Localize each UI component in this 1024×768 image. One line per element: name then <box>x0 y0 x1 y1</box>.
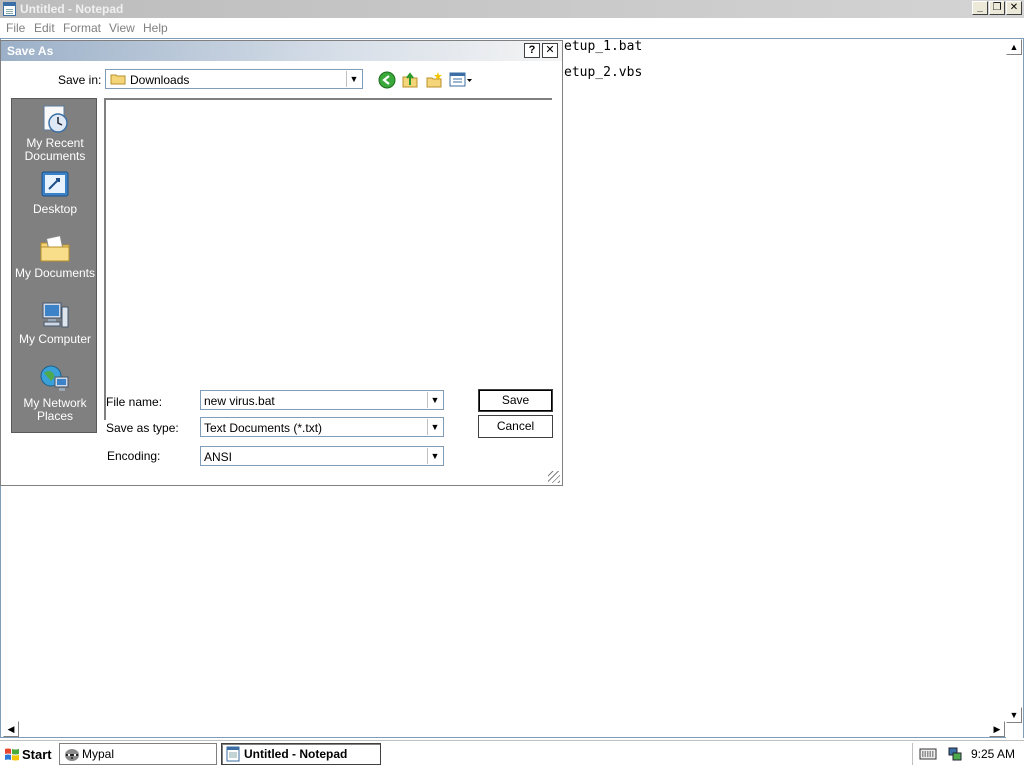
restore-button[interactable]: ❐ <box>989 1 1005 15</box>
minimize-button[interactable]: _ <box>972 1 988 15</box>
place-my-network-places[interactable]: My Network Places <box>12 363 98 423</box>
file-name-value: new virus.bat <box>204 394 275 408</box>
dialog-titlebar[interactable]: Save As ? ✕ <box>1 41 562 61</box>
recent-documents-icon <box>39 103 71 135</box>
resize-grip[interactable] <box>548 471 560 483</box>
save-as-type-value: Text Documents (*.txt) <box>204 421 323 435</box>
chevron-down-icon: ▼ <box>427 419 442 435</box>
encoding-dropdown[interactable]: ANSI ▼ <box>200 446 444 466</box>
start-button[interactable]: Start <box>2 744 54 766</box>
encoding-value: ANSI <box>204 450 233 464</box>
task-label: Mypal <box>82 747 115 761</box>
place-label: Documents <box>24 149 86 163</box>
scroll-down-arrow-icon[interactable]: ▼ <box>1006 707 1022 723</box>
save-as-type-dropdown[interactable]: Text Documents (*.txt) ▼ <box>200 417 444 437</box>
place-label: Places <box>36 409 74 423</box>
notepad-icon <box>3 2 16 16</box>
back-icon[interactable] <box>378 71 396 89</box>
menu-file[interactable]: File <box>6 21 25 35</box>
task-label: Untitled - Notepad <box>244 747 348 761</box>
place-my-documents[interactable]: My Documents <box>12 233 98 280</box>
notepad-icon <box>226 746 240 762</box>
my-documents-icon <box>39 233 71 265</box>
raccoon-icon <box>64 746 80 762</box>
chevron-down-icon: ▼ <box>427 448 442 464</box>
dialog-title: Save As <box>7 44 54 58</box>
place-label: Desktop <box>32 202 78 216</box>
file-name-label: File name: <box>106 395 163 409</box>
text-line: etup_1.bat <box>564 39 643 54</box>
menu-view[interactable]: View <box>109 21 135 35</box>
network-places-icon <box>39 363 71 395</box>
up-folder-icon[interactable] <box>401 71 419 89</box>
menu-bar: File Edit Format View Help <box>0 19 1024 37</box>
chevron-down-icon: ▼ <box>346 71 361 87</box>
folder-icon <box>110 73 126 85</box>
places-bar: My Recent Documents Desktop My Documents… <box>11 98 97 433</box>
new-folder-icon[interactable] <box>425 71 443 89</box>
save-as-dialog: Save As ? ✕ Save in: Downloads ▼ My Rece… <box>0 40 563 486</box>
task-notepad[interactable]: Untitled - Notepad <box>221 743 381 765</box>
task-mypal[interactable]: Mypal <box>59 743 217 765</box>
save-in-label: Save in: <box>58 73 102 87</box>
place-label: My Documents <box>14 266 96 280</box>
windows-logo-icon <box>4 747 20 763</box>
dialog-close-button[interactable]: ✕ <box>542 43 558 58</box>
window-title: Untitled - Notepad <box>20 2 124 16</box>
desktop-icon <box>39 169 71 201</box>
place-my-computer[interactable]: My Computer <box>12 299 98 346</box>
cancel-button[interactable]: Cancel <box>478 415 553 438</box>
save-in-value: Downloads <box>130 73 190 87</box>
file-list-view[interactable] <box>104 98 552 420</box>
help-button[interactable]: ? <box>524 43 540 58</box>
save-button[interactable]: Save <box>478 389 553 412</box>
encoding-label: Encoding: <box>107 449 161 463</box>
place-my-recent-documents[interactable]: My Recent Documents <box>12 103 98 163</box>
view-menu-icon[interactable] <box>449 71 473 89</box>
save-as-type-label: Save as type: <box>106 421 179 435</box>
network-status-icon[interactable] <box>947 746 963 762</box>
menu-edit[interactable]: Edit <box>34 21 55 35</box>
menu-help[interactable]: Help <box>143 21 168 35</box>
system-tray: 9:25 AM <box>912 743 1022 765</box>
close-button[interactable]: ✕ <box>1006 1 1022 15</box>
chevron-down-icon[interactable]: ▼ <box>427 392 442 408</box>
keyboard-icon[interactable] <box>919 747 937 761</box>
notepad-titlebar[interactable]: Untitled - Notepad _ ❐ ✕ <box>0 0 1024 18</box>
scroll-up-arrow-icon[interactable]: ▲ <box>1006 39 1022 55</box>
start-label: Start <box>22 747 52 762</box>
menu-format[interactable]: Format <box>63 21 101 35</box>
place-desktop[interactable]: Desktop <box>12 169 98 216</box>
my-computer-icon <box>39 299 71 331</box>
vertical-scrollbar[interactable]: ▲ ▼ <box>1006 39 1023 739</box>
scroll-left-arrow-icon[interactable]: ◀ <box>3 721 19 737</box>
file-name-field[interactable]: new virus.bat ▼ <box>200 390 444 410</box>
scroll-right-arrow-icon[interactable]: ▶ <box>989 721 1005 737</box>
clock[interactable]: 9:25 AM <box>971 747 1015 761</box>
place-label: My Computer <box>18 332 92 346</box>
taskbar: Start Mypal Untitled - Notepad 9:25 AM <box>0 740 1024 768</box>
save-in-dropdown[interactable]: Downloads ▼ <box>105 69 363 89</box>
text-line: etup_2.vbs <box>564 65 643 80</box>
